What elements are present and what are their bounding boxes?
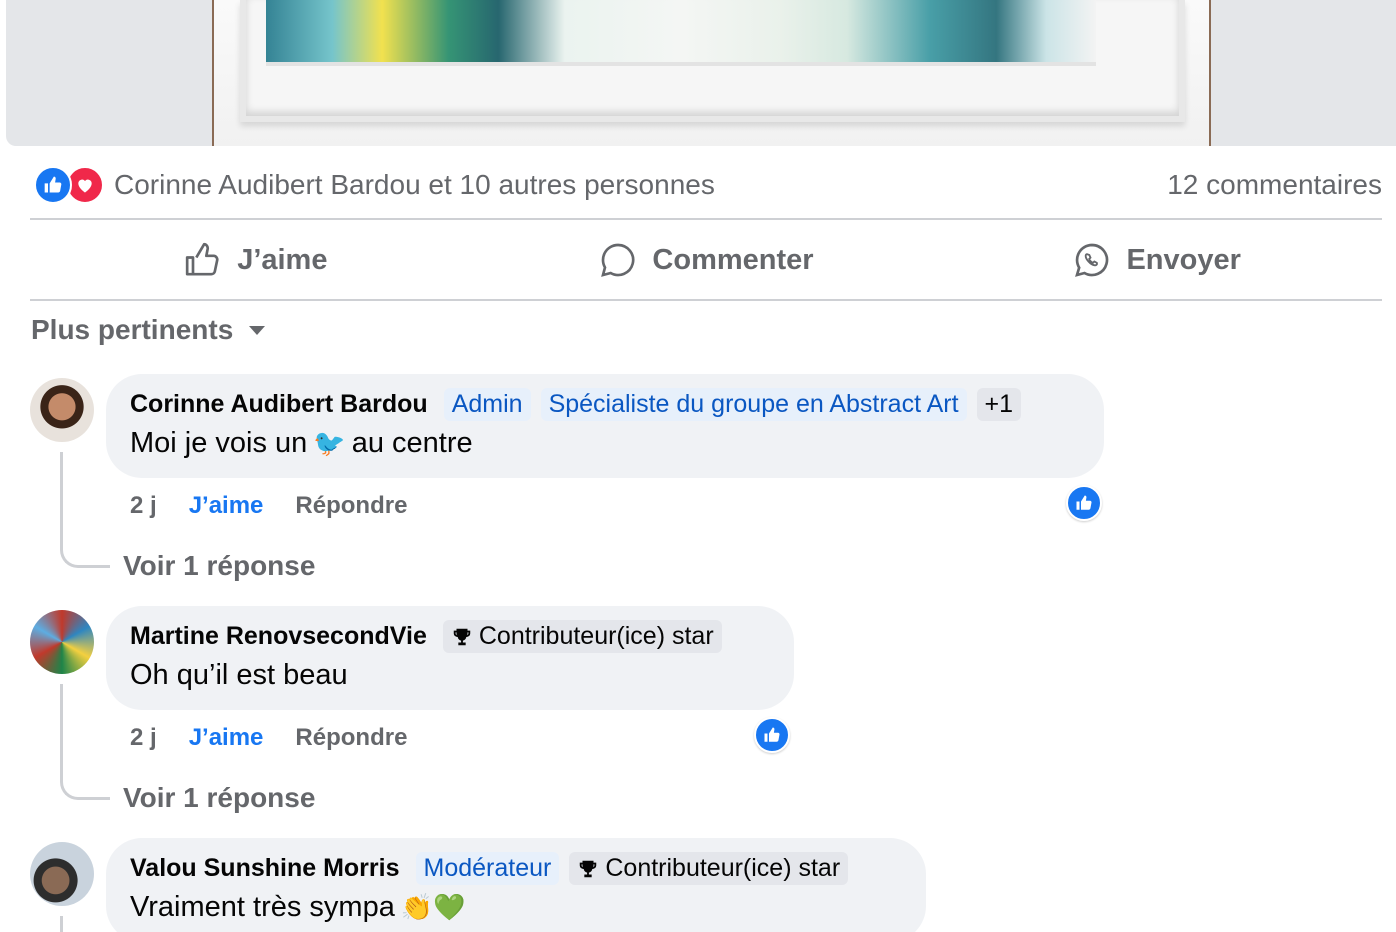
- comment-text-part: au centre: [351, 427, 473, 459]
- comment-bubble: Martine RenovsecondVie Contributeur(ice)…: [106, 606, 794, 710]
- avatar[interactable]: [30, 378, 94, 442]
- send-button[interactable]: Envoyer: [931, 221, 1382, 299]
- bird-emoji: 🐦: [313, 428, 346, 458]
- comment-text-part: Moi je vois un: [130, 427, 308, 459]
- post-image[interactable]: [6, 0, 1396, 146]
- comment-time[interactable]: 2 j: [130, 724, 157, 752]
- reactions-summary: Corinne Audibert Bardou et 10 autres per…: [34, 166, 1382, 204]
- thread-line: [60, 452, 110, 568]
- thread-line: [60, 684, 110, 800]
- star-contributor-label: Contributeur(ice) star: [605, 854, 841, 882]
- comment-time[interactable]: 2 j: [130, 492, 157, 520]
- comment-text: Moi je vois un 🐦 au centre: [130, 427, 1080, 460]
- artwork-frame: [212, 0, 1211, 146]
- view-replies-link[interactable]: Voir 1 réponse: [123, 782, 315, 814]
- comment-button-label: Commenter: [652, 243, 814, 276]
- comment-bubble: Valou Sunshine Morris Modérateur Contrib…: [106, 838, 926, 932]
- comment-button[interactable]: Commenter: [481, 221, 932, 299]
- post-actions: J’aime Commenter Envoyer: [30, 221, 1382, 299]
- trophy-icon: [453, 628, 471, 645]
- comment-like-reaction[interactable]: [754, 717, 790, 753]
- comment-author[interactable]: Valou Sunshine Morris: [130, 854, 400, 883]
- comment-meta: 2 j J’aime Répondre: [130, 492, 407, 520]
- divider-bottom: [30, 299, 1382, 301]
- trophy-icon: [580, 860, 597, 877]
- reactors-text[interactable]: Corinne Audibert Bardou et 10 autres per…: [114, 169, 715, 201]
- caret-down-icon: [249, 326, 266, 335]
- artwork-painting: [266, 0, 1096, 66]
- comment-like-reaction[interactable]: [1066, 485, 1102, 521]
- moderator-badge[interactable]: Modérateur: [415, 852, 560, 885]
- reaction-icons[interactable]: [34, 166, 104, 204]
- send-button-label: Envoyer: [1126, 243, 1241, 276]
- star-contributor-badge[interactable]: Contributeur(ice) star: [442, 620, 722, 653]
- comment-icon: [601, 243, 635, 277]
- comment-text: Oh qu’il est beau: [130, 659, 348, 691]
- comment-reply-button[interactable]: Répondre: [295, 724, 407, 752]
- admin-badge[interactable]: Admin: [443, 388, 531, 421]
- sort-label: Plus pertinents: [31, 314, 234, 345]
- like-icon: [1076, 495, 1092, 510]
- clap-heart-emoji: 👏💚: [400, 892, 466, 922]
- like-button-label: J’aime: [237, 243, 328, 276]
- view-replies-link[interactable]: Voir 1 réponse: [123, 550, 315, 582]
- specialist-badge[interactable]: Spécialiste du groupe en Abstract Art: [540, 388, 967, 421]
- comment-meta: 2 j J’aime Répondre: [130, 724, 407, 752]
- avatar[interactable]: [30, 610, 94, 674]
- like-icon: [764, 727, 780, 742]
- like-icon: [34, 166, 72, 204]
- whatsapp-icon: [1075, 243, 1109, 277]
- thread-line: [60, 916, 110, 932]
- comment-reply-button[interactable]: Répondre: [295, 492, 407, 520]
- comments-count[interactable]: 12 commentaires: [1167, 169, 1382, 201]
- divider-top: [30, 218, 1382, 220]
- artwork-matte-border: [266, 62, 1096, 66]
- more-badges-button[interactable]: +1: [976, 388, 1022, 421]
- comment-text: Vraiment très sympa 👏💚: [130, 891, 902, 924]
- comment-author[interactable]: Martine RenovsecondVie: [130, 622, 427, 651]
- comment-bubble: Corinne Audibert Bardou Admin Spécialist…: [106, 374, 1104, 478]
- comment-author[interactable]: Corinne Audibert Bardou: [130, 390, 428, 419]
- comment-like-button[interactable]: J’aime: [189, 724, 264, 752]
- thumbs-up-icon: [186, 242, 219, 276]
- avatar[interactable]: [30, 842, 94, 906]
- comment-like-button[interactable]: J’aime: [189, 492, 264, 520]
- star-contributor-label: Contributeur(ice) star: [478, 622, 714, 650]
- like-button[interactable]: J’aime: [30, 221, 481, 299]
- comment-sort-dropdown[interactable]: Plus pertinents: [31, 314, 267, 346]
- star-contributor-badge[interactable]: Contributeur(ice) star: [569, 852, 849, 885]
- comment-text-part: Vraiment très sympa: [130, 891, 395, 923]
